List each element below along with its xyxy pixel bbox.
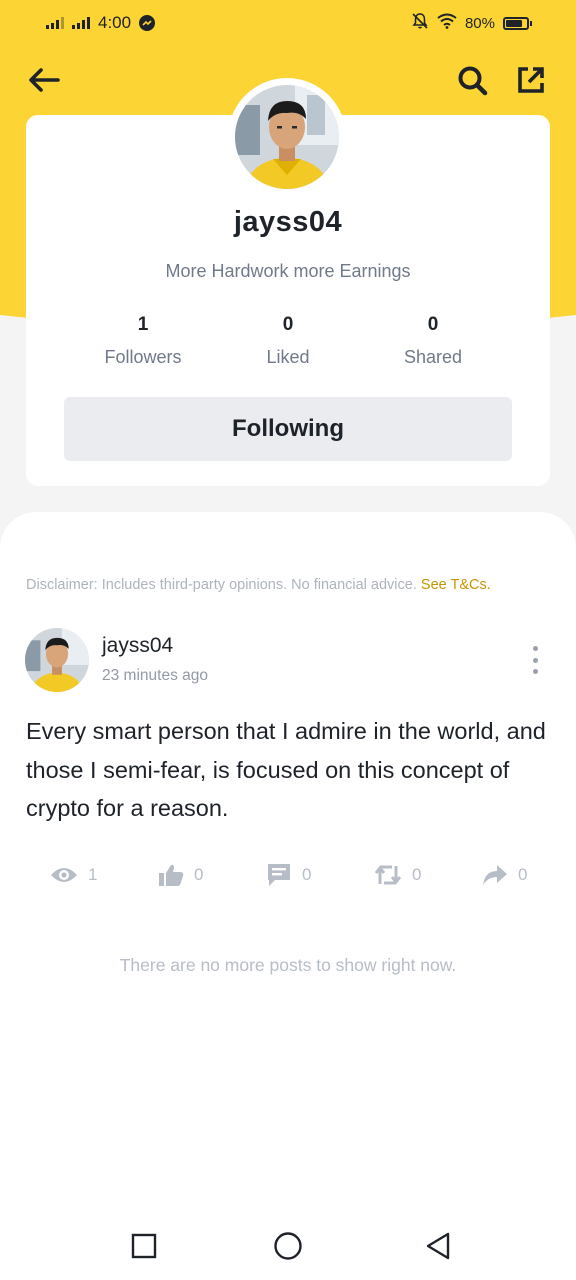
share-arrow-icon: [483, 865, 507, 885]
stat-label: Liked: [266, 347, 310, 367]
wifi-icon: [437, 13, 457, 34]
comments-count: 0: [302, 865, 312, 884]
post-more-options-button[interactable]: [524, 646, 546, 674]
search-icon: [458, 66, 488, 96]
triangle-back-icon: [426, 1232, 450, 1260]
post-author-name[interactable]: jayss04: [102, 634, 173, 658]
following-button[interactable]: Following: [64, 397, 512, 461]
views-count: 1: [88, 865, 98, 884]
disclaimer: Disclaimer: Includes third-party opinion…: [26, 577, 491, 593]
stat-label: Shared: [403, 347, 463, 367]
post-timestamp: 23 minutes ago: [102, 667, 208, 684]
share-external-icon: [518, 67, 544, 93]
back-arrow-icon: [29, 68, 60, 92]
views-action: 1: [50, 860, 97, 890]
thumbs-up-icon: [159, 864, 184, 886]
more-dot-icon: [532, 646, 538, 651]
signal-icon: [46, 17, 64, 29]
reposts-count: 0: [412, 865, 422, 884]
back-button[interactable]: [26, 62, 62, 98]
shares-count: 0: [518, 865, 528, 884]
more-dot-icon: [532, 669, 538, 674]
stat-value: 0: [282, 314, 294, 335]
home-button[interactable]: [270, 1228, 306, 1264]
avatar-photo: [25, 628, 89, 692]
comment-button[interactable]: 0: [266, 860, 311, 890]
eye-icon: [51, 868, 77, 882]
circle-icon: [274, 1232, 302, 1260]
repost-button[interactable]: 0: [374, 860, 421, 890]
share-profile-button[interactable]: [513, 62, 549, 98]
profile-username: jayss04: [233, 206, 343, 238]
repost-icon: [374, 865, 402, 885]
more-dot-icon: [532, 657, 538, 663]
battery-text: 80%: [464, 14, 495, 32]
stat-liked: 0 Liked: [213, 314, 363, 368]
search-button[interactable]: [454, 62, 490, 98]
disclaimer-text: Disclaimer: Includes third-party opinion…: [26, 577, 417, 593]
likes-count: 0: [194, 865, 204, 884]
mute-bell-icon: [411, 12, 429, 35]
stat-shared: 0 Shared: [358, 314, 508, 368]
share-button[interactable]: 0: [482, 860, 527, 890]
profile-bio: More Hardwork more Earnings: [165, 261, 411, 281]
square-icon: [131, 1233, 157, 1259]
stat-label: Followers: [104, 347, 182, 367]
post-author-avatar[interactable]: [25, 628, 89, 692]
signal-icon: [72, 17, 90, 29]
stat-value: 1: [137, 314, 149, 335]
comment-icon: [268, 864, 290, 886]
recent-apps-button[interactable]: [126, 1228, 162, 1264]
feed-panel: [0, 512, 576, 1280]
messenger-icon: [139, 15, 156, 31]
profile-avatar[interactable]: [228, 78, 346, 196]
post-body[interactable]: Every smart person that I admire in the …: [26, 712, 546, 828]
status-time: 4:00: [98, 13, 132, 32]
stat-value: 0: [427, 314, 439, 335]
end-of-feed-message: There are no more posts to show right no…: [119, 955, 457, 975]
stat-followers[interactable]: 1 Followers: [68, 314, 218, 368]
avatar-photo: [235, 85, 339, 189]
battery-level: [506, 19, 522, 27]
status-bar: 4:00 80%: [0, 0, 576, 46]
back-nav-button[interactable]: [420, 1228, 456, 1264]
battery-icon: [503, 16, 532, 30]
terms-link[interactable]: See T&Cs.: [421, 577, 491, 593]
like-button[interactable]: 0: [158, 860, 203, 890]
